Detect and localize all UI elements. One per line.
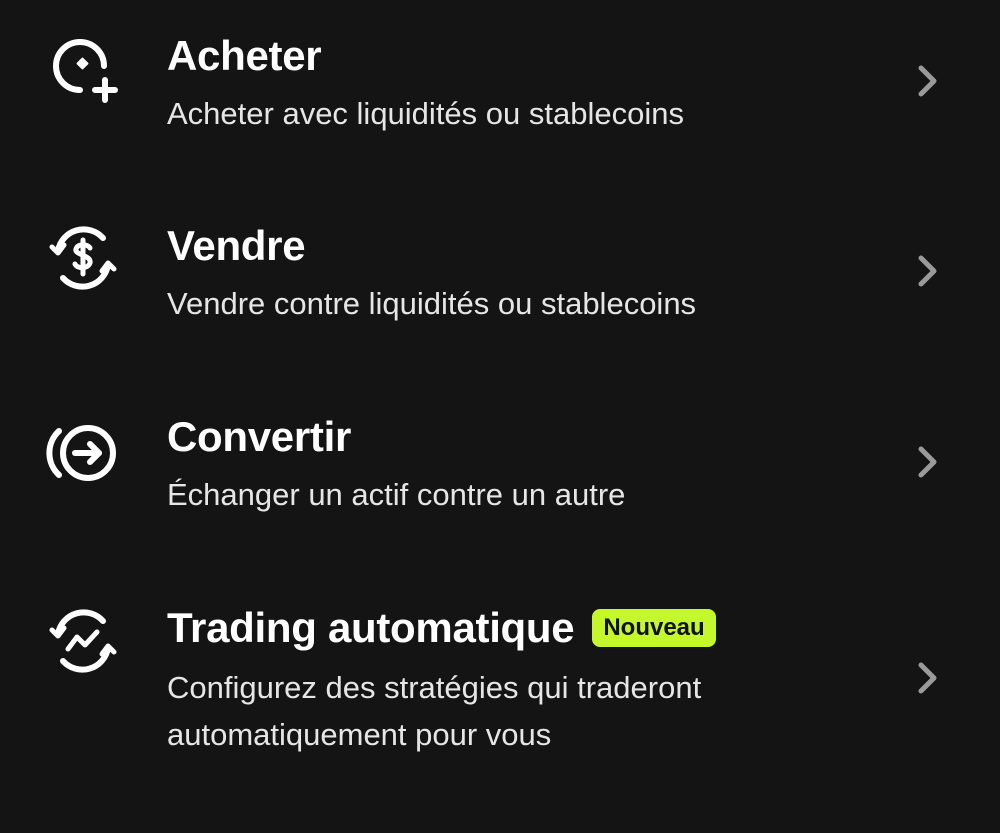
item-subtitle: Vendre contre liquidités ou stablecoins <box>167 286 697 321</box>
menu-item-sell[interactable]: Vendre Vendre contre liquidités ou stabl… <box>0 190 1000 360</box>
item-subtitle: Configurez des stratégies qui traderont … <box>167 670 702 752</box>
chevron-right-icon <box>912 442 942 482</box>
buy-coin-plus-icon <box>46 32 120 106</box>
title-row: Convertir <box>167 411 351 463</box>
item-title: Trading automatique <box>167 604 575 651</box>
menu-item-auto-trading[interactable]: Trading automatique Nouveau Configurez d… <box>0 572 1000 772</box>
title-row: Vendre <box>167 220 306 272</box>
sell-dollar-cycle-icon <box>46 221 120 295</box>
menu-item-convert[interactable]: Convertir Échanger un actif contre un au… <box>0 381 1000 551</box>
item-title: Vendre <box>167 222 306 269</box>
title-row: Trading automatique Nouveau <box>167 602 716 654</box>
chevron-right-icon <box>912 658 942 698</box>
convert-arrow-circle-icon <box>46 416 120 490</box>
item-subtitle: Acheter avec liquidités ou stablecoins <box>167 96 684 131</box>
item-subtitle: Échanger un actif contre un autre <box>167 477 626 512</box>
new-badge: Nouveau <box>592 609 716 647</box>
chevron-right-icon <box>912 251 942 291</box>
item-title: Acheter <box>167 32 322 79</box>
chevron-right-icon <box>912 61 942 101</box>
menu-item-buy[interactable]: Acheter Acheter avec liquidités ou stabl… <box>0 0 1000 170</box>
trade-actions-menu: Acheter Acheter avec liquidités ou stabl… <box>0 0 1000 833</box>
title-row: Acheter <box>167 30 322 82</box>
item-title: Convertir <box>167 413 352 460</box>
auto-trading-cycle-icon <box>46 604 120 678</box>
